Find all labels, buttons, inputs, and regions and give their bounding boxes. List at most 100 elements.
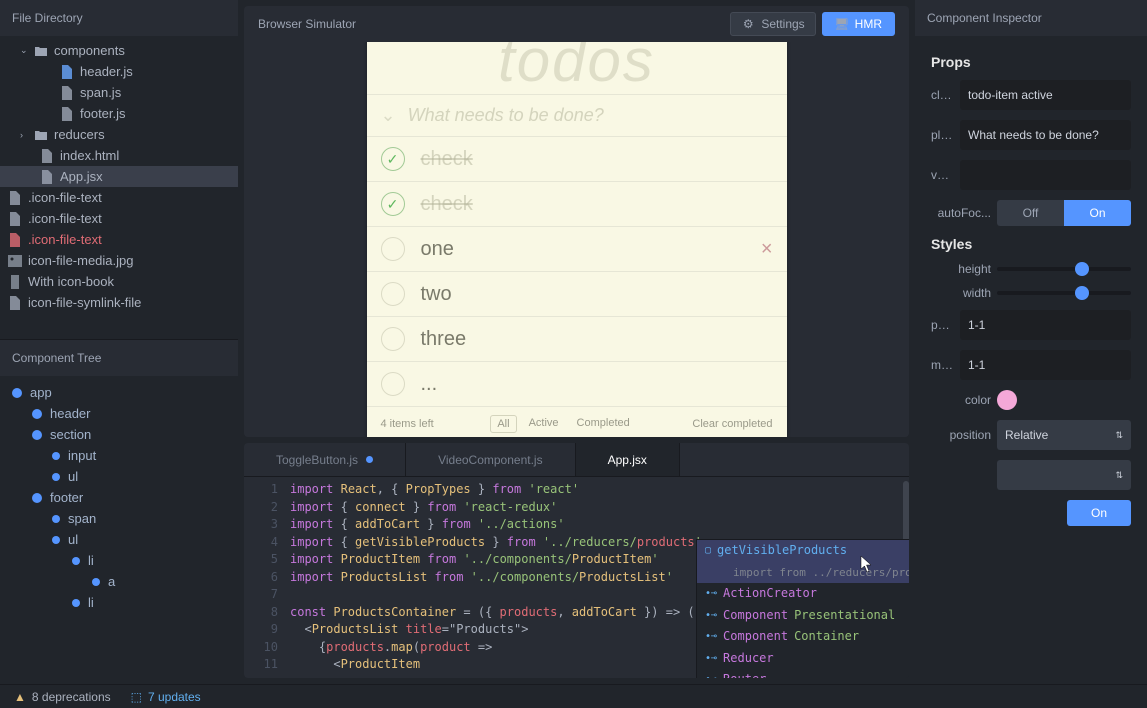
component-tree-node[interactable]: ul: [12, 466, 226, 487]
circle-icon[interactable]: [381, 237, 405, 261]
style-slider-width[interactable]: [997, 291, 1131, 295]
autocomplete-item[interactable]: •⊸ComponentContainer: [697, 626, 909, 648]
file-row[interactable]: index.html: [0, 145, 238, 166]
editor-tab[interactable]: App.jsx: [576, 443, 680, 476]
folder-row[interactable]: ›reducers: [0, 124, 238, 145]
todo-filters: All Active Completed: [490, 415, 635, 433]
component-tree-node[interactable]: ul: [12, 529, 226, 550]
file-label: .icon-file-text: [28, 232, 230, 247]
color-swatch[interactable]: [997, 390, 1017, 410]
todo-footer: 4 items left AllActiveCompleted Clear co…: [367, 406, 787, 437]
snippet-icon: •⊸: [705, 628, 717, 646]
style-label-height: height: [931, 262, 991, 276]
file-row[interactable]: span.js: [0, 82, 238, 103]
node-dot-icon: [12, 388, 22, 398]
style-select-unknown[interactable]: ⇅: [997, 460, 1131, 490]
todo-text: check: [421, 148, 773, 171]
folder-row[interactable]: ⌄components: [0, 40, 238, 61]
style-input-padding[interactable]: [960, 310, 1131, 340]
code-editor-panel: ToggleButton.jsVideoComponent.jsApp.jsx …: [244, 443, 909, 678]
package-icon: ⬚: [131, 690, 142, 704]
component-tree-node[interactable]: a: [12, 571, 226, 592]
todo-text: ...: [421, 373, 773, 396]
editor-tab[interactable]: ToggleButton.js: [244, 443, 406, 476]
todo-filter-active[interactable]: Active: [523, 415, 565, 433]
file-row[interactable]: icon-file-media.jpg: [0, 250, 238, 271]
file-row[interactable]: App.jsx: [0, 166, 238, 187]
snippet-icon: •⊸: [705, 585, 717, 603]
style-input-margin[interactable]: [960, 350, 1131, 380]
autocomplete-popup[interactable]: ▢getVisibleProductsimport from ../reduce…: [696, 539, 909, 678]
style-slider-height[interactable]: [997, 267, 1131, 271]
file-icon: [60, 65, 74, 79]
settings-button[interactable]: ⚙ Settings: [730, 12, 815, 36]
todo-item[interactable]: one×: [367, 226, 787, 271]
file-label: span.js: [80, 85, 230, 100]
status-updates[interactable]: ⬚ 7 updates: [131, 690, 201, 704]
todo-item[interactable]: ✓check: [367, 181, 787, 226]
component-tree-node[interactable]: span: [12, 508, 226, 529]
component-tree-node[interactable]: footer: [12, 487, 226, 508]
autocomplete-label: getVisibleProducts: [717, 542, 847, 560]
close-icon[interactable]: ×: [761, 238, 773, 261]
file-row[interactable]: icon-file-symlink-file: [0, 292, 238, 313]
component-tree-node[interactable]: input: [12, 445, 226, 466]
todo-item[interactable]: two: [367, 271, 787, 316]
status-deprecations[interactable]: ▲ 8 deprecations: [14, 690, 111, 704]
prop-input-classname[interactable]: [960, 80, 1131, 110]
file-row[interactable]: With icon-book: [0, 271, 238, 292]
folder-icon: [34, 128, 48, 142]
todo-clear-completed[interactable]: Clear completed: [692, 418, 772, 430]
file-row[interactable]: .icon-file-text: [0, 229, 238, 250]
prop-input-placeholder[interactable]: [960, 120, 1131, 150]
chevron-icon: ›: [20, 130, 28, 140]
file-label: header.js: [80, 64, 230, 79]
style-select-position[interactable]: Relative ⇅: [997, 420, 1131, 450]
toggle-off[interactable]: Off: [997, 200, 1064, 226]
prop-toggle-autofocus[interactable]: Off On: [997, 200, 1131, 226]
node-label: section: [50, 427, 91, 442]
todo-item[interactable]: three: [367, 316, 787, 361]
prop-input-value[interactable]: [960, 160, 1131, 190]
file-row[interactable]: .icon-file-text: [0, 208, 238, 229]
code-area[interactable]: 1234567891011 import React, { PropTypes …: [244, 477, 909, 678]
file-row[interactable]: footer.js: [0, 103, 238, 124]
autocomplete-item[interactable]: •⊸ActionCreator: [697, 583, 909, 605]
prop-label-placeholder: placeho...: [931, 128, 954, 142]
component-tree-node[interactable]: section: [12, 424, 226, 445]
editor-tab[interactable]: VideoComponent.js: [406, 443, 576, 476]
node-label: ul: [68, 469, 78, 484]
component-tree-node[interactable]: header: [12, 403, 226, 424]
autocomplete-item[interactable]: •⊸Router: [697, 669, 909, 678]
style-toggle-unknown[interactable]: On: [1067, 500, 1131, 526]
circle-icon[interactable]: [381, 282, 405, 306]
check-circle-icon[interactable]: ✓: [381, 147, 405, 171]
circle-icon[interactable]: [381, 372, 405, 396]
component-tree-node[interactable]: app: [12, 382, 226, 403]
todo-item[interactable]: ✓ check: [367, 136, 787, 181]
check-circle-icon[interactable]: ✓: [381, 192, 405, 216]
autocomplete-item[interactable]: •⊸Reducer: [697, 648, 909, 670]
todo-filter-completed[interactable]: Completed: [571, 415, 636, 433]
prop-label-classname: classNa...: [931, 88, 954, 102]
todo-item[interactable]: ...: [367, 361, 787, 406]
toggle-on[interactable]: On: [1064, 200, 1131, 226]
circle-icon[interactable]: [381, 327, 405, 351]
style-label-position: position: [931, 428, 991, 442]
chevron-down-icon[interactable]: ⌄: [381, 105, 396, 126]
node-label: app: [30, 385, 52, 400]
warning-icon: ▲: [14, 690, 26, 704]
file-row[interactable]: header.js: [0, 61, 238, 82]
snippet-icon: •⊸: [705, 607, 717, 625]
todo-input-row[interactable]: ⌄ What needs to be done?: [367, 94, 787, 136]
file-row[interactable]: .icon-file-text: [0, 187, 238, 208]
component-tree-node[interactable]: li: [12, 592, 226, 613]
file-label: With icon-book: [28, 274, 230, 289]
autocomplete-item[interactable]: ▢getVisibleProducts: [697, 540, 909, 562]
hmr-button[interactable]: 🖥 HMR: [822, 12, 895, 36]
component-tree-node[interactable]: li: [12, 550, 226, 571]
node-dot-icon: [32, 409, 42, 419]
toggle-on[interactable]: On: [1067, 500, 1131, 526]
autocomplete-item[interactable]: •⊸ComponentPresentational: [697, 605, 909, 627]
todo-filter-all[interactable]: All: [490, 415, 516, 433]
